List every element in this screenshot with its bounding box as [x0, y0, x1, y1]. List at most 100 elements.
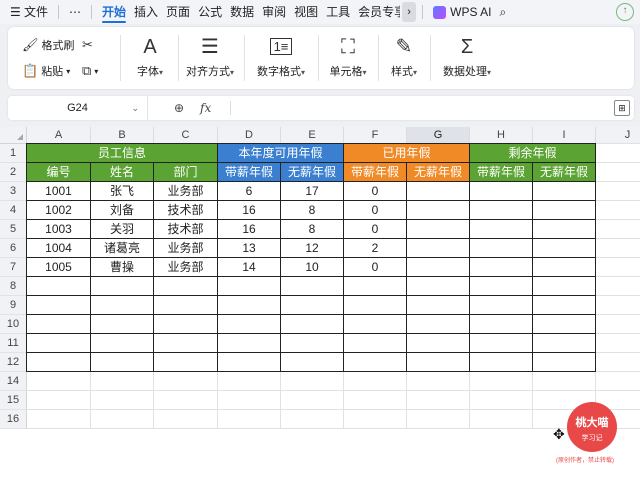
sub-header-cell[interactable]: 带薪年假 — [344, 163, 407, 182]
table-cell[interactable]: 14 — [218, 258, 281, 277]
table-cell[interactable] — [470, 182, 533, 201]
table-cell[interactable] — [218, 315, 281, 334]
wps-ai-button[interactable]: WPS AI — [429, 0, 495, 24]
table-cell[interactable] — [218, 296, 281, 315]
table-cell[interactable]: 1003 — [27, 220, 91, 239]
table-cell[interactable]: 1004 — [27, 239, 91, 258]
table-cell[interactable] — [407, 239, 470, 258]
table-cell[interactable]: 刘备 — [91, 201, 154, 220]
row-header[interactable]: 4 — [0, 201, 27, 220]
table-cell[interactable] — [533, 220, 596, 239]
table-cell[interactable] — [344, 334, 407, 353]
group-header-employee-info[interactable]: 员工信息 — [27, 144, 218, 163]
row-header[interactable]: 3 — [0, 182, 27, 201]
menu-file[interactable]: 文件 — [20, 0, 52, 24]
table-cell[interactable] — [407, 353, 470, 372]
table-cell[interactable]: 8 — [281, 201, 344, 220]
sub-header-cell[interactable]: 无薪年假 — [407, 163, 470, 182]
table-cell[interactable]: 1001 — [27, 182, 91, 201]
table-cell[interactable] — [407, 182, 470, 201]
table-cell[interactable] — [407, 277, 470, 296]
formula-input[interactable] — [238, 96, 598, 120]
copy-button[interactable]: ⧉ ▾ — [82, 63, 98, 79]
table-cell[interactable] — [407, 296, 470, 315]
table-cell[interactable]: 0 — [344, 201, 407, 220]
table-cell[interactable] — [470, 239, 533, 258]
group-header-available-leave[interactable]: 本年度可用年假 — [218, 144, 344, 163]
zoom-icon[interactable]: ⊕ — [174, 96, 184, 120]
table-cell[interactable] — [27, 353, 91, 372]
spreadsheet-grid[interactable]: A B C D E F G H I J 1 2 3 4 5 6 7 8 9 10 11 12 14 15 16 员工信息 本年度可用… — [0, 127, 640, 486]
row-header[interactable]: 5 — [0, 220, 27, 239]
tab-page[interactable]: 页面 — [162, 0, 194, 24]
table-cell[interactable]: 16 — [218, 201, 281, 220]
column-header-j[interactable]: J — [596, 127, 640, 144]
table-cell[interactable] — [470, 258, 533, 277]
table-cell[interactable] — [407, 201, 470, 220]
sub-header-cell[interactable]: 无薪年假 — [533, 163, 596, 182]
table-cell[interactable] — [533, 201, 596, 220]
hamburger-icon[interactable]: ☰ — [6, 0, 21, 24]
row-header[interactable]: 11 — [0, 334, 27, 353]
table-cell[interactable]: 10 — [281, 258, 344, 277]
tab-tools[interactable]: 工具 — [322, 0, 354, 24]
table-cell[interactable] — [281, 315, 344, 334]
table-cell[interactable] — [470, 353, 533, 372]
table-cell[interactable]: 关羽 — [91, 220, 154, 239]
table-cell[interactable] — [470, 220, 533, 239]
font-group-button[interactable]: A 字体▾ — [126, 27, 174, 89]
table-cell[interactable]: 业务部 — [154, 258, 218, 277]
table-cell[interactable]: 8 — [281, 220, 344, 239]
table-cell[interactable]: 1005 — [27, 258, 91, 277]
tab-insert[interactable]: 插入 — [130, 0, 162, 24]
column-header-b[interactable]: B — [91, 127, 154, 144]
table-cell[interactable] — [218, 277, 281, 296]
table-cell[interactable] — [470, 277, 533, 296]
row-header[interactable]: 10 — [0, 315, 27, 334]
table-cell[interactable]: 12 — [281, 239, 344, 258]
cell-group-button[interactable]: ⛶ 单元格▾ — [322, 27, 374, 89]
table-cell[interactable]: 17 — [281, 182, 344, 201]
group-header-used-leave[interactable]: 已用年假 — [344, 144, 470, 163]
table-cell[interactable]: 诸葛亮 — [91, 239, 154, 258]
column-header-c[interactable]: C — [154, 127, 218, 144]
table-cell[interactable]: 张飞 — [91, 182, 154, 201]
sub-header-cell[interactable]: 带薪年假 — [218, 163, 281, 182]
tab-view[interactable]: 视图 — [290, 0, 322, 24]
table-cell[interactable] — [281, 296, 344, 315]
table-cell[interactable] — [218, 334, 281, 353]
table-cell[interactable] — [533, 353, 596, 372]
table-cell[interactable] — [91, 315, 154, 334]
table-cell[interactable] — [407, 315, 470, 334]
row-header[interactable]: 7 — [0, 258, 27, 277]
column-header-a[interactable]: A — [27, 127, 91, 144]
table-cell[interactable]: 13 — [218, 239, 281, 258]
tab-formula[interactable]: 公式 — [194, 0, 226, 24]
table-cell[interactable]: 0 — [344, 220, 407, 239]
table-cell[interactable]: 0 — [344, 258, 407, 277]
table-cell[interactable] — [154, 277, 218, 296]
table-cell[interactable] — [533, 258, 596, 277]
row-header[interactable]: 1 — [0, 144, 27, 163]
table-cell[interactable]: 业务部 — [154, 182, 218, 201]
data-processing-button[interactable]: Σ 数据处理▾ — [434, 27, 500, 89]
table-cell[interactable] — [154, 334, 218, 353]
row-header[interactable]: 6 — [0, 239, 27, 258]
fx-button[interactable]: fx — [200, 96, 211, 120]
table-cell[interactable] — [407, 258, 470, 277]
table-cell[interactable]: 16 — [218, 220, 281, 239]
row-header[interactable]: 12 — [0, 353, 27, 372]
tab-home[interactable]: 开始 — [98, 0, 130, 24]
table-cell[interactable] — [533, 239, 596, 258]
table-cell[interactable] — [470, 296, 533, 315]
table-cell[interactable] — [344, 353, 407, 372]
group-header-remaining-leave[interactable]: 剩余年假 — [470, 144, 596, 163]
cloud-sync-icon[interactable]: ↑ — [616, 3, 634, 21]
table-cell[interactable] — [27, 277, 91, 296]
table-cell[interactable] — [344, 277, 407, 296]
table-cell[interactable] — [154, 353, 218, 372]
row-header[interactable]: 8 — [0, 277, 27, 296]
tab-member[interactable]: 会员专享 — [354, 0, 400, 24]
table-cell[interactable]: 曹操 — [91, 258, 154, 277]
table-cell[interactable] — [154, 315, 218, 334]
